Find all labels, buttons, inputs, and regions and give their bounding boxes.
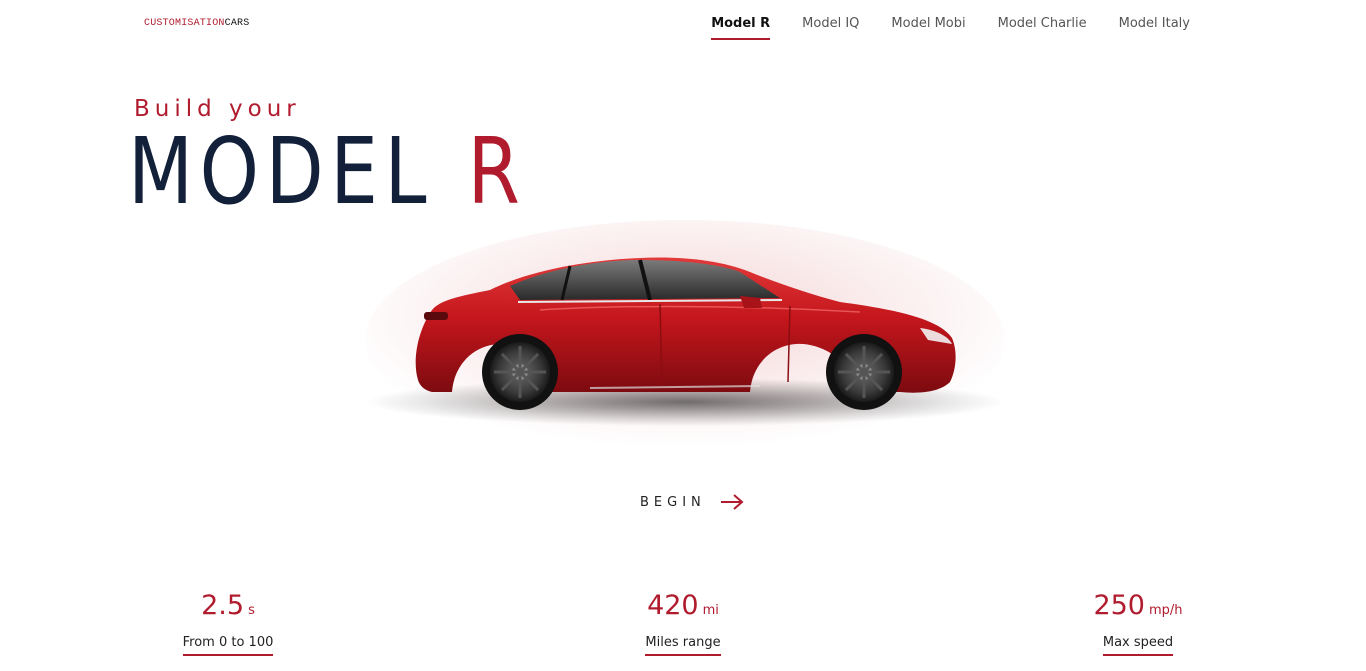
stat-max-speed-label[interactable]: Max speed	[1102, 635, 1174, 656]
stat-range-value: 420 mi	[633, 588, 733, 629]
nav-item-model-iq[interactable]: Model IQ	[786, 14, 875, 40]
car-illustration	[365, 220, 1005, 460]
page: CUSTOMISATIONCARS Model R Model IQ Model…	[0, 0, 1366, 671]
stat-range-unit: mi	[702, 603, 719, 618]
hero-title-accent: R	[467, 118, 527, 225]
hero-title-main: MODEL	[128, 118, 434, 225]
stat-max-speed-number: 250	[1093, 590, 1145, 621]
nav-item-model-italy[interactable]: Model Italy	[1103, 14, 1206, 40]
arrow-right-icon	[720, 494, 744, 510]
stat-acceleration-label[interactable]: From 0 to 100	[182, 635, 274, 656]
nav-item-model-r[interactable]: Model R	[695, 14, 786, 40]
begin-button[interactable]: BEGIN	[640, 494, 744, 510]
car-image	[340, 220, 1030, 470]
logo[interactable]: CUSTOMISATIONCARS	[144, 18, 249, 30]
hero-title: MODEL R	[128, 122, 526, 222]
stat-acceleration: 2.5 s From 0 to 100	[178, 588, 278, 656]
stat-acceleration-number: 2.5	[201, 590, 245, 621]
stat-range-number: 420	[647, 590, 699, 621]
nav-item-model-charlie[interactable]: Model Charlie	[982, 14, 1103, 40]
stat-range: 420 mi Miles range	[633, 588, 733, 656]
stat-max-speed-unit: mp/h	[1149, 603, 1183, 618]
stat-acceleration-unit: s	[248, 603, 255, 618]
stat-max-speed: 250 mp/h Max speed	[1083, 588, 1193, 656]
stat-range-label[interactable]: Miles range	[645, 635, 721, 656]
logo-part-cars: CARS	[224, 18, 250, 29]
stat-max-speed-value: 250 mp/h	[1083, 588, 1193, 629]
stat-acceleration-value: 2.5 s	[178, 588, 278, 629]
main-nav: Model R Model IQ Model Mobi Model Charli…	[695, 14, 1206, 40]
begin-label: BEGIN	[640, 494, 706, 510]
logo-part-customisation: CUSTOMISATION	[144, 18, 225, 29]
nav-item-model-mobi[interactable]: Model Mobi	[875, 14, 981, 40]
